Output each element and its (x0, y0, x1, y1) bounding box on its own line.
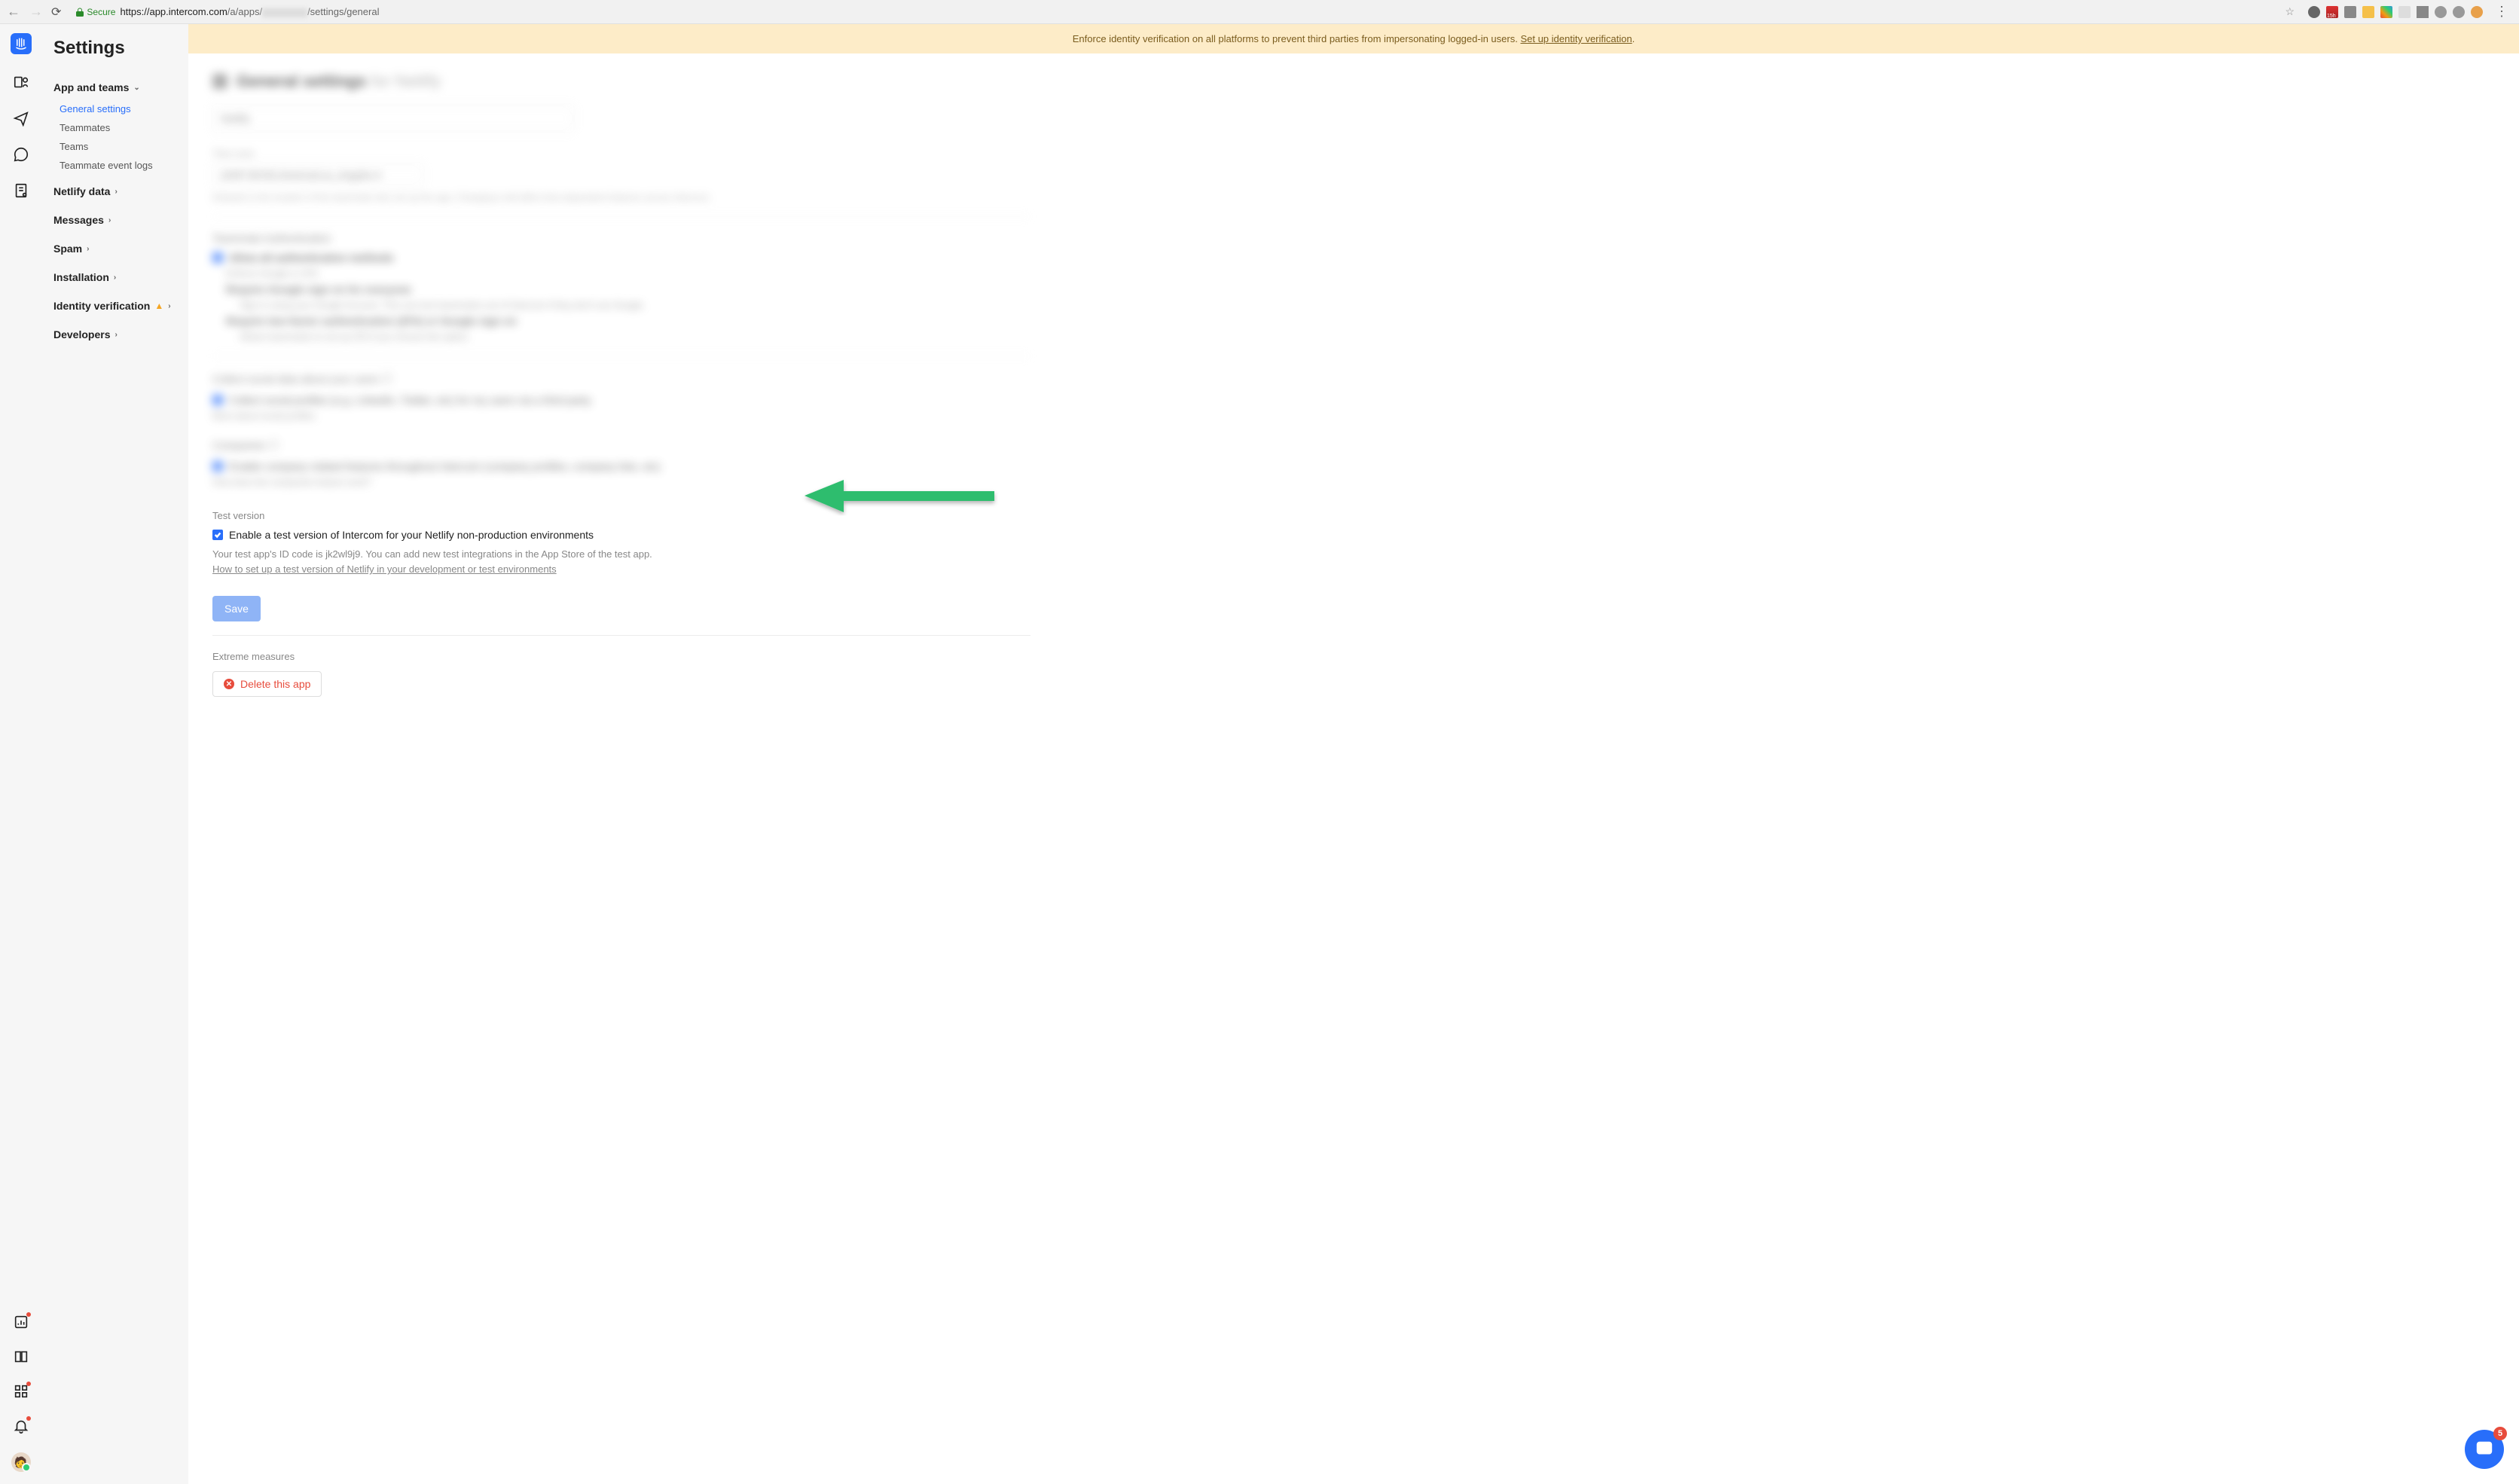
settings-sidebar: Settings App and teams⌄ General settings… (41, 24, 188, 1484)
test-version-checkbox-label: Enable a test version of Intercom for yo… (229, 529, 594, 541)
nav-general-settings[interactable]: General settings (53, 99, 176, 118)
inbox-icon[interactable] (13, 146, 29, 163)
extension-icon[interactable] (2344, 6, 2356, 18)
extension-icon[interactable] (2453, 6, 2465, 18)
calendar-extension-icon[interactable] (2326, 6, 2338, 18)
secure-icon: Secure (76, 7, 115, 17)
platform-icon[interactable] (13, 74, 29, 90)
secure-label: Secure (87, 7, 115, 17)
nav-app-and-teams[interactable]: App and teams⌄ (53, 75, 176, 99)
sidebar-title: Settings (53, 38, 176, 59)
url-text: https://app.intercom.com/a/apps//setting… (120, 6, 379, 17)
extension-icon[interactable] (2380, 6, 2392, 18)
chrome-menu-icon[interactable]: ⋮ (2490, 4, 2513, 20)
nav-identity-verification[interactable]: Identity verification▲› (53, 294, 176, 318)
reload-button[interactable]: ⟳ (51, 5, 61, 20)
nav-messages[interactable]: Messages› (53, 208, 176, 232)
main-content: Enforce identity verification on all pla… (188, 24, 2519, 1484)
intercom-messenger-widget[interactable]: 5 (2465, 1430, 2504, 1469)
nav-installation[interactable]: Installation› (53, 265, 176, 289)
chevron-right-icon: › (87, 245, 89, 253)
chevron-right-icon: › (108, 216, 111, 224)
articles-icon[interactable] (13, 182, 29, 199)
browser-chrome: ← → ⟳ Secure https://app.intercom.com/a/… (0, 0, 2519, 24)
chevron-right-icon: › (114, 188, 117, 196)
extension-icon[interactable] (2471, 6, 2483, 18)
save-button[interactable]: Save (212, 596, 261, 621)
nav-teams[interactable]: Teams (53, 137, 176, 156)
delete-app-label: Delete this app (240, 678, 310, 690)
nav-netlify-data[interactable]: Netlify data› (53, 179, 176, 203)
chevron-right-icon: › (114, 273, 116, 282)
bookmark-star-icon[interactable]: ☆ (2285, 5, 2295, 18)
blurred-general-settings: General settings for Netlify Netlify Tim… (212, 72, 1030, 487)
nav-spam[interactable]: Spam› (53, 237, 176, 261)
back-button[interactable]: ← (6, 4, 21, 20)
forward-button[interactable]: → (29, 4, 44, 20)
test-version-section: Test version Enable a test version of In… (212, 510, 1030, 575)
delete-icon: ✕ (224, 679, 234, 689)
widget-badge: 5 (2493, 1427, 2507, 1440)
identity-banner: Enforce identity verification on all pla… (188, 24, 2519, 53)
test-version-label: Test version (212, 510, 1030, 521)
icon-rail: 🧑 (0, 24, 41, 1484)
info-extension-icon[interactable] (2308, 6, 2320, 18)
chevron-right-icon: › (114, 331, 117, 339)
apps-icon[interactable] (13, 1383, 29, 1400)
chevron-right-icon: › (168, 302, 170, 310)
intercom-logo[interactable] (11, 33, 32, 54)
notifications-icon[interactable] (13, 1418, 29, 1434)
nav-teammate-event-logs[interactable]: Teammate event logs (53, 156, 176, 175)
url-bar[interactable]: Secure https://app.intercom.com/a/apps//… (69, 6, 2277, 17)
warning-icon: ▲ (154, 301, 163, 311)
test-version-checkbox[interactable] (212, 530, 223, 540)
book-icon[interactable] (13, 1348, 29, 1365)
nav-developers[interactable]: Developers› (53, 322, 176, 347)
extension-icon[interactable] (2417, 6, 2429, 18)
chevron-down-icon: ⌄ (133, 84, 139, 92)
extension-icon[interactable] (2362, 6, 2374, 18)
extension-icon[interactable] (2398, 6, 2411, 18)
profile-avatar[interactable]: 🧑 (11, 1452, 31, 1472)
reports-icon[interactable] (13, 1314, 29, 1330)
outbound-icon[interactable] (13, 110, 29, 127)
test-version-help-link[interactable]: How to set up a test version of Netlify … (212, 563, 557, 575)
banner-link[interactable]: Set up identity verification (1520, 33, 1632, 44)
delete-app-button[interactable]: ✕ Delete this app (212, 671, 322, 697)
extension-icons (2308, 6, 2483, 18)
test-version-help: Your test app's ID code is jk2wl9j9. You… (212, 548, 1030, 560)
extension-icon[interactable] (2435, 6, 2447, 18)
nav-teammates[interactable]: Teammates (53, 118, 176, 137)
extreme-measures-label: Extreme measures (212, 651, 1030, 662)
